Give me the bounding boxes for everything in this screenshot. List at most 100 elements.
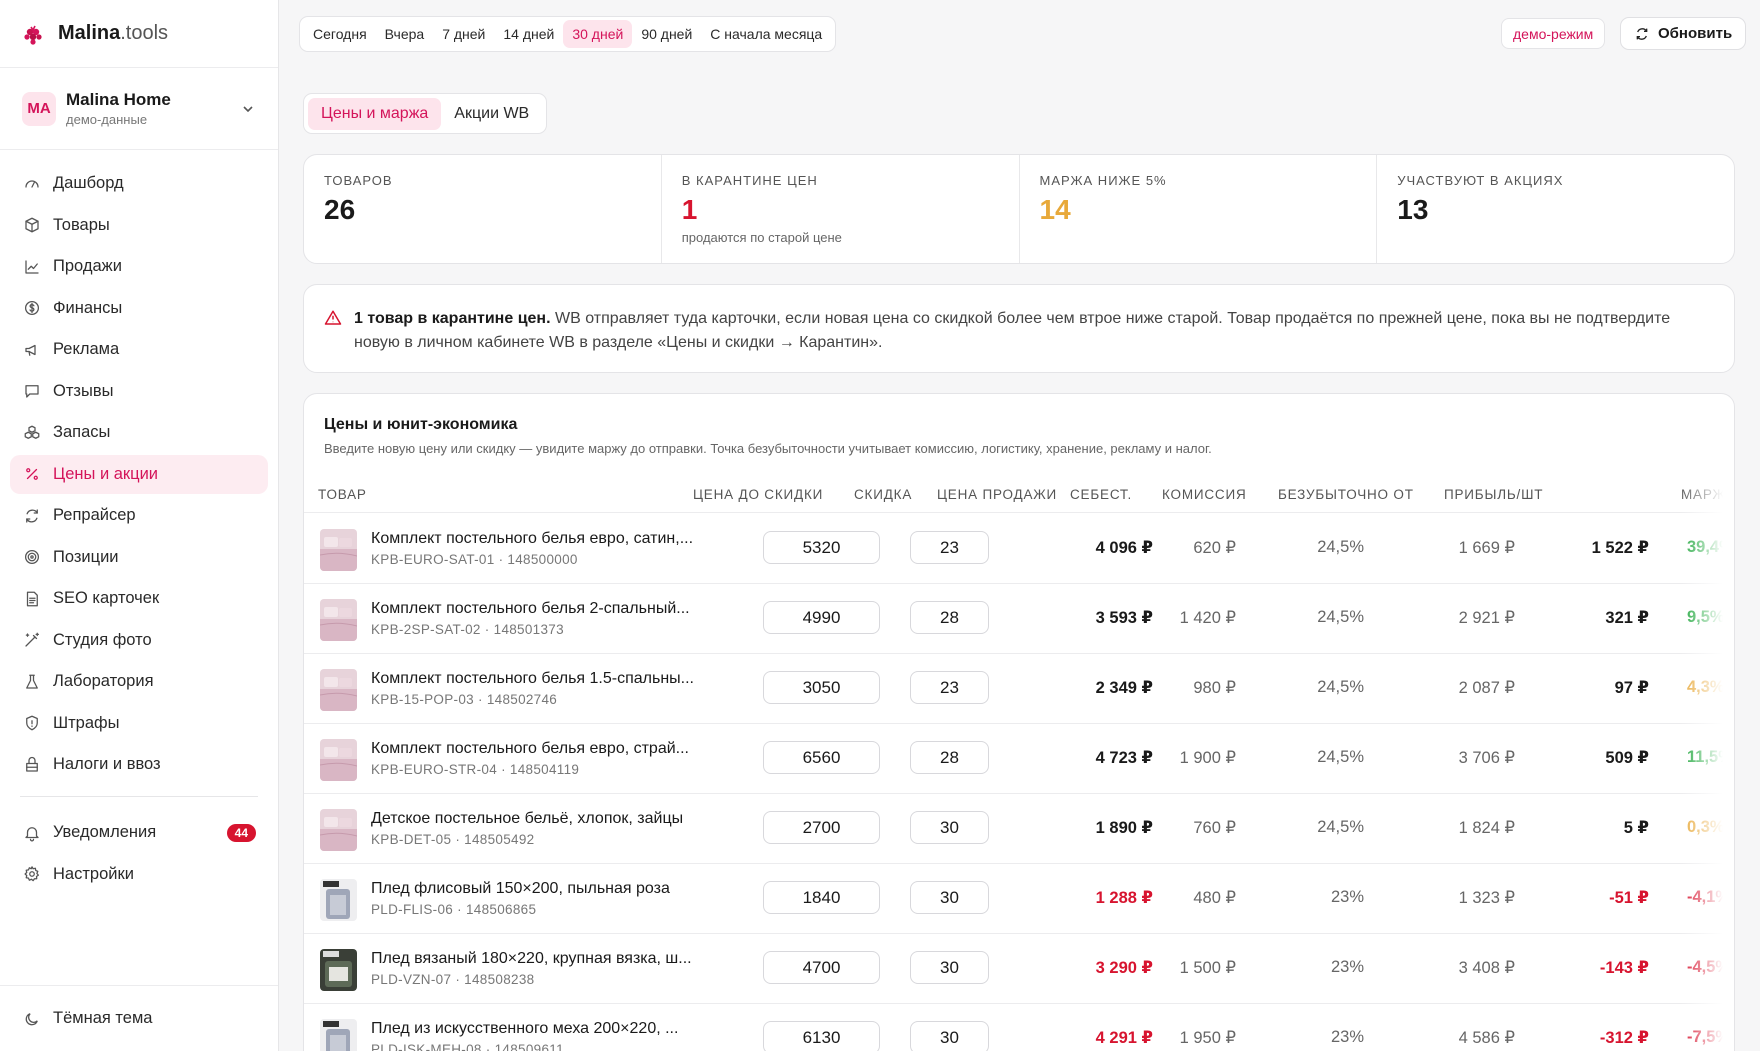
- product-name: Комплект постельного белья 2-спальный...: [371, 600, 690, 617]
- price-before-discount-input[interactable]: [763, 951, 880, 984]
- sidebar-item-products[interactable]: Товары: [10, 206, 268, 245]
- margin: 11,5%: [1687, 748, 1733, 766]
- sidebar-item-positions[interactable]: Позиции: [10, 538, 268, 577]
- column-header-breakeven[interactable]: БЕЗУБЫТОЧНО ОТ: [1278, 487, 1414, 502]
- period-tab-14d[interactable]: 14 дней: [494, 20, 563, 48]
- period-tab-30d[interactable]: 30 дней: [563, 20, 633, 48]
- sidebar-item-lab[interactable]: Лаборатория: [10, 662, 268, 701]
- stat-value: 14: [1039, 194, 1071, 225]
- period-tab-7d[interactable]: 7 дней: [433, 20, 494, 48]
- price-before-discount-input[interactable]: [763, 601, 880, 634]
- price-before-discount-input[interactable]: [763, 741, 880, 774]
- sidebar-item-reviews[interactable]: Отзывы: [10, 372, 268, 411]
- sidebar-divider: [20, 796, 258, 797]
- table-row[interactable]: Комплект постельного белья 1.5-спальны..…: [304, 654, 1734, 724]
- table-row[interactable]: Комплект постельного белья евро, страй..…: [304, 724, 1734, 794]
- sidebar-item-prices[interactable]: Цены и акции: [10, 454, 268, 494]
- tab-wb-promotions[interactable]: Акции WB: [441, 98, 542, 130]
- profit-per-unit: 1 522 ₽: [1591, 539, 1649, 557]
- column-header-discount[interactable]: СКИДКА: [854, 487, 912, 502]
- discount-input[interactable]: [910, 601, 989, 634]
- sidebar-item-label: Позиции: [53, 547, 119, 566]
- sidebar-item-label: Штрафы: [53, 713, 120, 732]
- discount-input[interactable]: [910, 811, 989, 844]
- table-row[interactable]: Детское постельное бельё, хлопок, зайцы …: [304, 794, 1734, 864]
- sidebar-item-label: Финансы: [53, 298, 123, 317]
- brand-name-main: Malina: [58, 22, 121, 44]
- period-tab-90d[interactable]: 90 дней: [632, 20, 701, 48]
- price-before-discount-input[interactable]: [763, 881, 880, 914]
- period-tab-month-start[interactable]: С начала месяца: [701, 20, 831, 48]
- sidebar-item-sales[interactable]: Продажи: [10, 247, 268, 286]
- margin: -7,5%: [1687, 1028, 1731, 1046]
- demo-mode-badge[interactable]: демо-режим: [1501, 18, 1606, 49]
- table-row[interactable]: Плед флисовый 150×200, пыльная роза PLD-…: [304, 864, 1734, 934]
- breakeven-price: 3 706 ₽: [1458, 749, 1515, 767]
- sidebar-item-taxes[interactable]: Налоги и ввоз: [10, 745, 268, 784]
- cost-price: 1 420 ₽: [1179, 609, 1236, 627]
- table-row[interactable]: Плед из искусственного меха 200×220, ...…: [304, 1004, 1734, 1051]
- workspace-switcher[interactable]: MA Malina Home демо-данные: [0, 68, 278, 150]
- commission: 23%: [1330, 958, 1364, 976]
- sidebar-item-notifications[interactable]: Уведомления 44: [10, 813, 268, 852]
- alert-text: WB отправляет туда карточки, если новая …: [354, 310, 1671, 351]
- sidebar-item-label: SEO карточек: [53, 589, 160, 607]
- sidebar-item-fines[interactable]: Штрафы: [10, 704, 268, 743]
- period-tab-today[interactable]: Сегодня: [304, 20, 376, 48]
- column-header-cost[interactable]: СЕБЕСТ.: [1070, 487, 1132, 502]
- dark-theme-label: Тёмная тема: [53, 1009, 153, 1027]
- column-header-margin[interactable]: МАРЖА: [1681, 487, 1734, 502]
- margin: 39,4%: [1687, 538, 1734, 556]
- product-thumbnail-bedding: [320, 809, 357, 851]
- commission: 24,5%: [1317, 818, 1364, 836]
- discount-input[interactable]: [910, 671, 989, 704]
- table-row[interactable]: Комплект постельного белья 2-спальный...…: [304, 584, 1734, 654]
- sale-price: 3 290 ₽: [1095, 959, 1153, 977]
- tab-prices-margin[interactable]: Цены и маржа: [308, 97, 442, 130]
- column-header-price-before-discount[interactable]: ЦЕНА ДО СКИДКИ: [693, 487, 823, 502]
- margin: -4,5%: [1687, 958, 1731, 976]
- sidebar-item-ads[interactable]: Реклама: [10, 330, 268, 369]
- price-before-discount-input[interactable]: [763, 811, 880, 844]
- document-icon: [26, 591, 38, 606]
- commission: 24,5%: [1317, 608, 1364, 626]
- refresh-button[interactable]: Обновить: [1620, 17, 1747, 50]
- price-before-discount-input[interactable]: [763, 531, 880, 564]
- discount-input[interactable]: [910, 741, 989, 774]
- sidebar-item-finance[interactable]: Финансы: [10, 289, 268, 328]
- column-header-sale-price[interactable]: ЦЕНА ПРОДАЖИ: [937, 487, 1057, 502]
- sale-price: 4 723 ₽: [1095, 749, 1153, 767]
- column-header-product[interactable]: ТОВАР: [318, 487, 367, 502]
- workspace-avatar: MA: [22, 91, 56, 126]
- profit-per-unit: -143 ₽: [1599, 959, 1649, 977]
- stat-subtitle: продаются по старой цене: [681, 230, 842, 245]
- period-tab-yesterday[interactable]: Вчера: [376, 20, 434, 48]
- column-header-profit-per-unit[interactable]: ПРИБЫЛЬ/ШТ: [1444, 487, 1543, 502]
- price-before-discount-input[interactable]: [763, 1021, 880, 1051]
- sidebar-item-seo[interactable]: SEO карточек: [10, 579, 268, 618]
- price-before-discount-input[interactable]: [763, 671, 880, 704]
- column-header-commission[interactable]: КОМИССИЯ: [1162, 487, 1247, 502]
- discount-input[interactable]: [910, 531, 989, 564]
- sidebar-item-settings[interactable]: Настройки: [10, 855, 268, 894]
- discount-input[interactable]: [910, 1021, 989, 1051]
- gear-icon: [24, 866, 40, 882]
- sidebar-item-repricer[interactable]: Репрайсер: [10, 496, 268, 535]
- sidebar-item-stock[interactable]: Запасы: [10, 413, 268, 452]
- breakeven-price: 1 824 ₽: [1458, 819, 1515, 837]
- discount-input[interactable]: [910, 951, 989, 984]
- table-row[interactable]: Плед вязаный 180×220, крупная вязка, ш..…: [304, 934, 1734, 1004]
- sidebar-item-photo-studio[interactable]: Студия фото: [10, 621, 268, 660]
- sale-price: 3 593 ₽: [1095, 609, 1153, 627]
- profit-per-unit: 509 ₽: [1605, 749, 1649, 767]
- product-name: Плед флисовый 150×200, пыльная роза: [371, 880, 670, 897]
- table-row[interactable]: Комплект постельного белья евро, сатин,.…: [304, 514, 1734, 584]
- product-sku: KPB-EURO-SAT-01 · 148500000: [371, 552, 578, 567]
- sidebar-item-dashboard[interactable]: Дашборд: [10, 164, 268, 203]
- discount-input[interactable]: [910, 881, 989, 914]
- refresh-icon: [1636, 27, 1648, 40]
- logo[interactable]: Malina.tools: [0, 0, 278, 68]
- sale-price: 1 288 ₽: [1095, 889, 1153, 907]
- product-sku: PLD-FLIS-06 · 148506865: [371, 902, 537, 917]
- dark-theme-toggle[interactable]: Тёмная тема: [0, 985, 278, 1051]
